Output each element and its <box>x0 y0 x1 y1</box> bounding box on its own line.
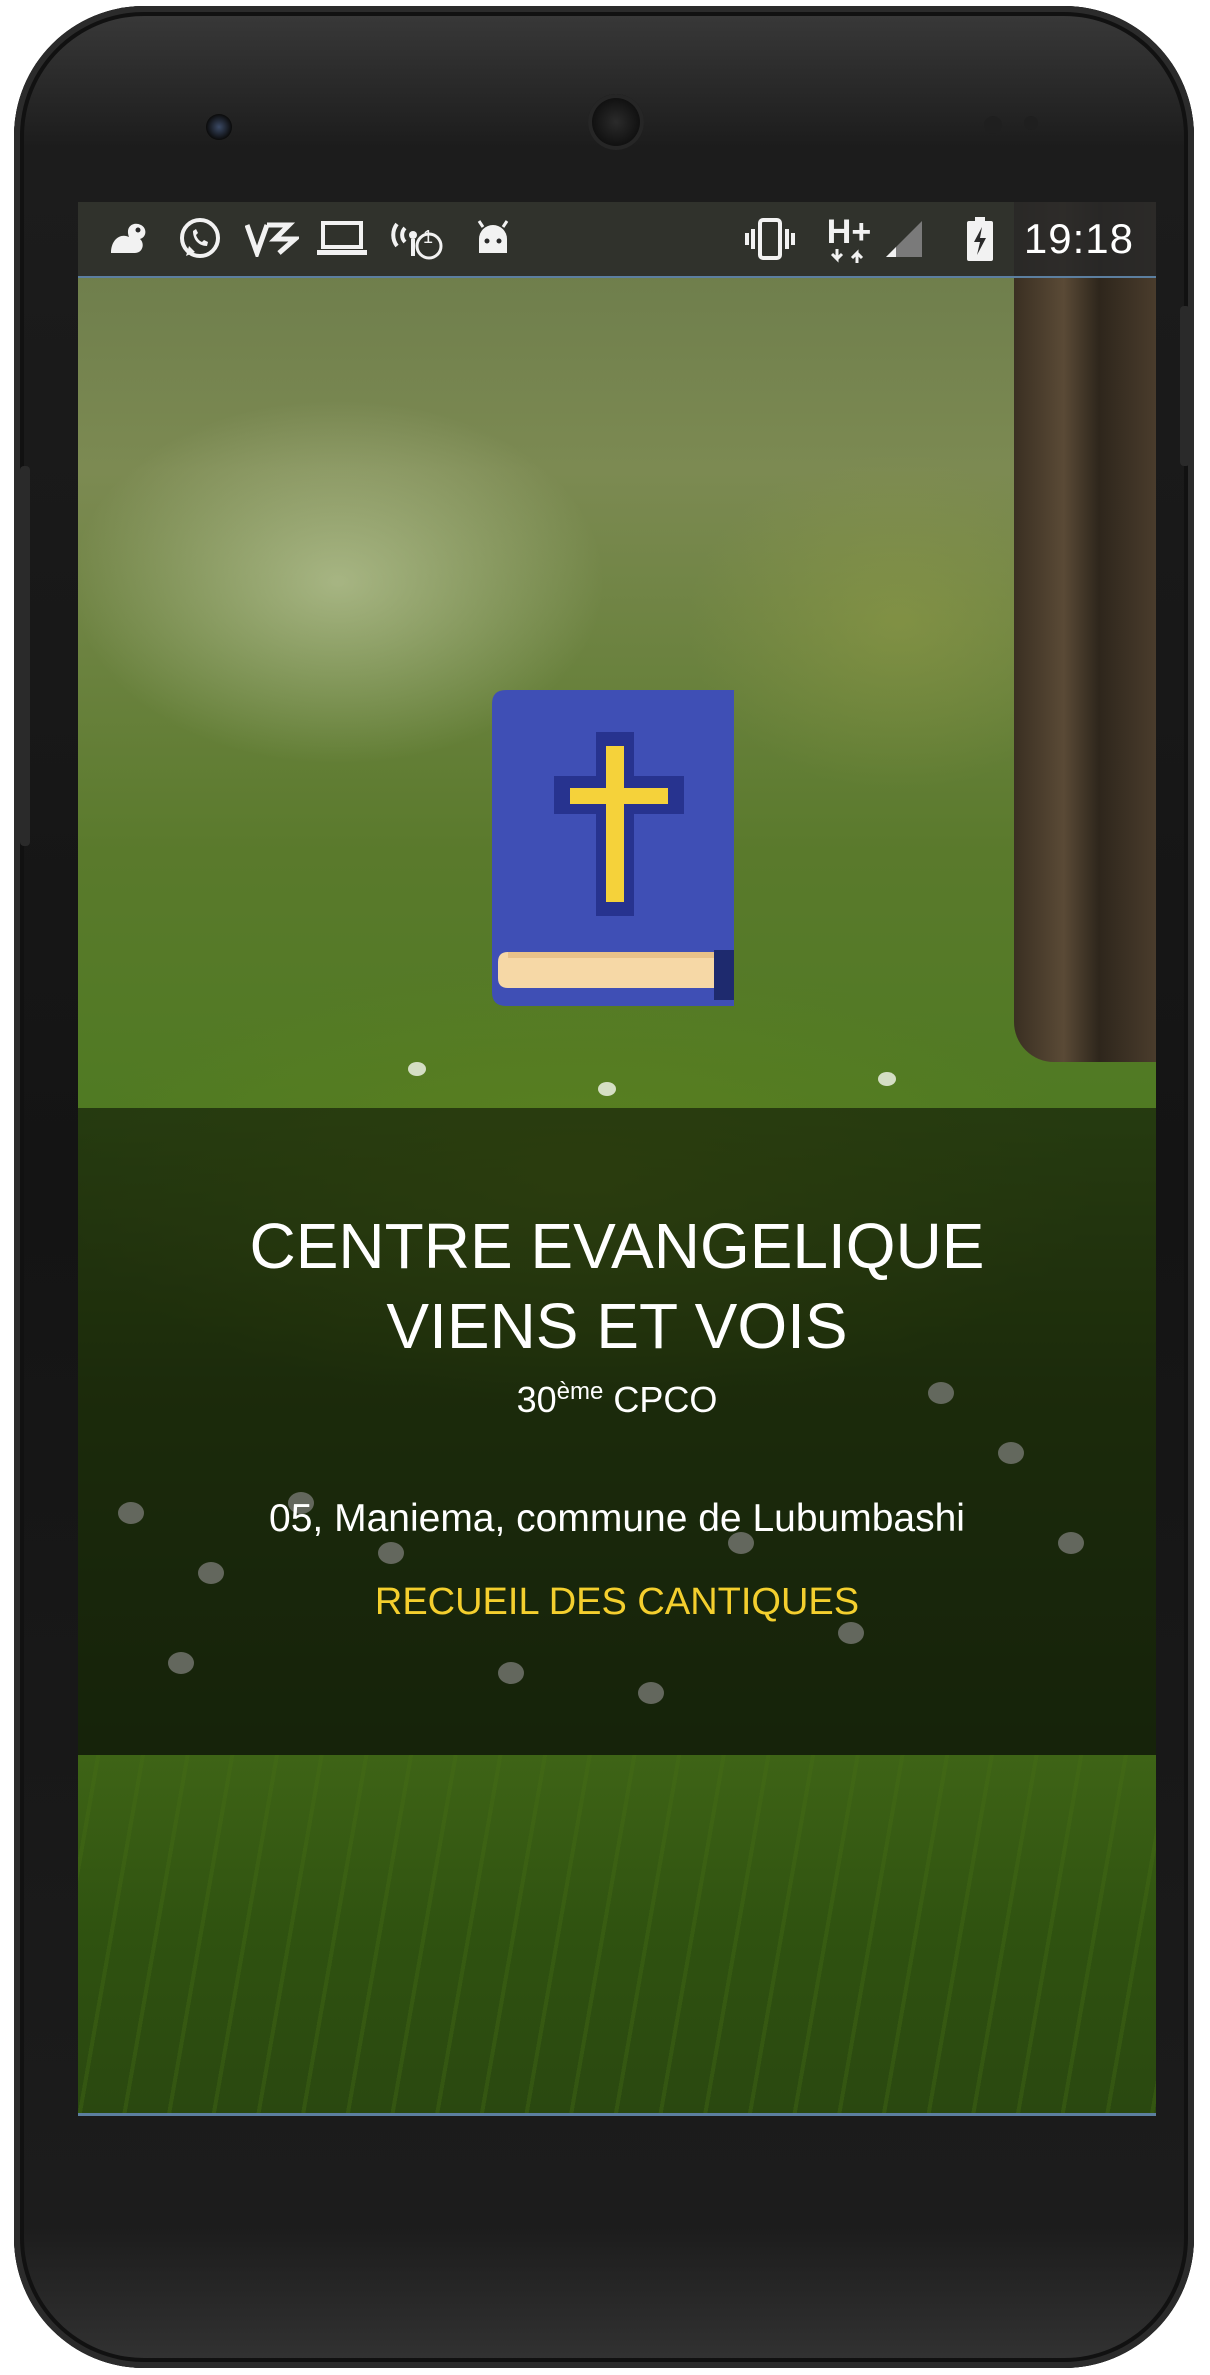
wifi-hotspot-icon: 1 <box>388 214 446 264</box>
light-sensor <box>1024 116 1038 130</box>
power-button <box>1180 306 1190 466</box>
subtitle-rest: CPCO <box>603 1379 718 1420</box>
screen: 1 H+ 19:18 CENTRE EVANGELIQUE VIENS ET V… <box>78 202 1156 2116</box>
vibrate-icon <box>742 214 798 264</box>
battery-charging-icon <box>958 214 1002 264</box>
subtitle-superscript: ème <box>556 1378 604 1405</box>
network-icon: H+ <box>820 214 878 264</box>
grass-foreground <box>78 1755 1156 2116</box>
volume-button <box>20 466 30 846</box>
proximity-sensor <box>984 116 1002 134</box>
signal-icon <box>882 214 926 264</box>
status-bar: 1 H+ 19:18 <box>78 202 1156 278</box>
bible-cross-icon <box>492 690 738 1010</box>
vidmate-icon <box>244 214 300 264</box>
earpiece-speaker <box>588 94 644 150</box>
title-line-1: CENTRE EVANGELIQUE <box>249 1210 985 1282</box>
title-line-2: VIENS ET VOIS <box>386 1290 848 1362</box>
uc-browser-icon <box>104 214 154 264</box>
address-text: 05, Maniema, commune de Lubumbashi <box>269 1497 965 1540</box>
hotspot-count: 1 <box>423 227 434 247</box>
status-time: 19:18 <box>1023 215 1134 262</box>
whatsapp-icon <box>174 214 226 264</box>
subtitle-number: 30 <box>516 1379 557 1420</box>
subtitle: 30ème CPCO <box>78 1378 1156 1422</box>
network-type: H+ <box>826 213 872 251</box>
laptop-icon <box>314 214 370 264</box>
front-camera <box>206 114 232 140</box>
android-debug-icon <box>468 214 518 264</box>
phone-frame: 1 H+ 19:18 CENTRE EVANGELIQUE VIENS ET V… <box>14 6 1194 2368</box>
page-title: CENTRE EVANGELIQUE VIENS ET VOIS <box>78 1206 1156 1366</box>
screen-bottom-edge <box>78 2113 1156 2116</box>
hymnal-link[interactable]: RECUEIL DES CANTIQUES <box>78 1578 1156 1626</box>
tree-trunk <box>1014 202 1156 1062</box>
